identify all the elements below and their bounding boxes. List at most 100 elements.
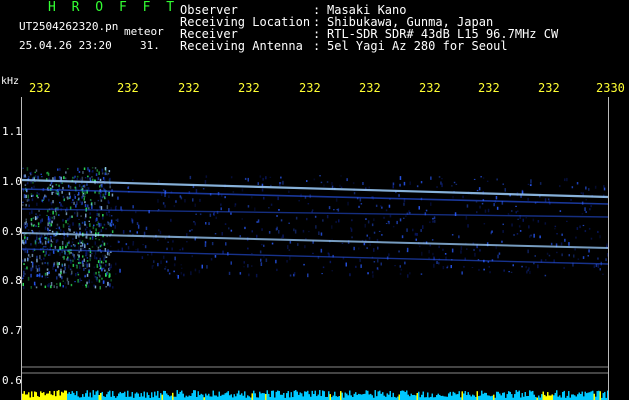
baseline-bar — [70, 393, 72, 400]
noise-speckle — [487, 208, 490, 213]
noise-speckle — [194, 268, 197, 272]
noise-speckle — [171, 247, 173, 251]
baseline-bar — [355, 392, 357, 400]
noise-speckle — [396, 220, 398, 225]
noise-speckle — [104, 197, 106, 200]
noise-speckle — [167, 241, 169, 243]
noise-speckle — [444, 253, 447, 255]
noise-speckle — [35, 265, 38, 270]
noise-speckle — [276, 268, 278, 272]
noise-speckle — [502, 230, 504, 233]
noise-speckle — [502, 223, 504, 226]
noise-speckle — [602, 273, 604, 275]
baseline-bar — [365, 390, 367, 400]
noise-speckle — [78, 281, 81, 283]
spectrogram-plot — [22, 97, 608, 400]
baseline-bar — [491, 395, 493, 400]
noise-speckle — [85, 261, 88, 264]
noise-speckle — [278, 230, 280, 234]
noise-speckle — [39, 255, 41, 259]
baseline-bar — [461, 391, 463, 400]
noise-speckle — [498, 252, 501, 255]
noise-speckle — [483, 268, 485, 271]
noise-speckle — [27, 258, 30, 260]
baseline-bar — [101, 391, 103, 400]
baseline-bar — [148, 395, 150, 400]
noise-speckle — [53, 285, 55, 288]
noise-speckle — [466, 248, 468, 250]
noise-speckle — [32, 217, 35, 219]
noise-speckle — [584, 230, 587, 233]
noise-speckle — [93, 266, 96, 269]
noise-speckle — [59, 252, 61, 256]
noise-speckle — [56, 276, 58, 280]
noise-speckle — [409, 181, 411, 185]
noise-speckle — [42, 199, 44, 201]
noise-speckle — [399, 272, 402, 275]
noise-speckle — [93, 284, 95, 287]
noise-speckle — [62, 285, 64, 288]
baseline-bar — [479, 395, 481, 400]
noise-speckle — [517, 218, 519, 221]
noise-speckle — [597, 264, 600, 268]
noise-speckle — [214, 255, 217, 258]
noise-speckle — [230, 229, 233, 232]
noise-speckle — [383, 216, 385, 219]
noise-speckle — [561, 253, 563, 257]
noise-speckle — [331, 225, 333, 229]
noise-speckle — [89, 212, 91, 215]
baseline-bar — [107, 391, 109, 400]
noise-speckle — [241, 218, 243, 220]
noise-speckle — [76, 175, 79, 178]
noise-speckle — [220, 203, 222, 206]
noise-speckle — [381, 234, 383, 236]
noise-speckle — [55, 239, 58, 244]
noise-speckle — [107, 281, 109, 286]
noise-speckle — [37, 222, 40, 226]
baseline-bar — [413, 394, 415, 400]
noise-speckle — [175, 200, 177, 203]
baseline-bar — [443, 396, 445, 400]
noise-speckle — [528, 225, 530, 229]
noise-speckle — [94, 251, 97, 255]
baseline-bar — [574, 395, 576, 400]
baseline-bar — [388, 394, 390, 400]
noise-speckle — [530, 234, 532, 237]
baseline-bar — [205, 393, 207, 400]
baseline-bar — [440, 395, 442, 400]
noise-speckle — [467, 224, 469, 228]
noise-speckle — [195, 213, 197, 215]
noise-speckle — [247, 205, 250, 208]
baseline-bar — [595, 396, 597, 400]
noise-speckle — [88, 220, 90, 223]
noise-speckle — [104, 192, 107, 195]
noise-speckle — [438, 245, 440, 249]
noise-speckle — [79, 239, 81, 244]
noise-speckle — [307, 273, 309, 278]
noise-speckle — [44, 237, 46, 239]
noise-speckle — [507, 213, 510, 215]
noise-speckle — [400, 268, 403, 271]
baseline-bar — [442, 395, 444, 400]
noise-speckle — [26, 167, 29, 171]
noise-speckle — [96, 213, 99, 216]
noise-speckle — [97, 199, 100, 202]
noise-speckle — [268, 231, 271, 234]
baseline-bar — [253, 390, 255, 400]
noise-speckle — [82, 185, 85, 188]
noise-speckle — [168, 195, 170, 199]
noise-speckle — [429, 221, 431, 224]
noise-speckle — [45, 251, 47, 255]
noise-speckle — [25, 218, 27, 220]
baseline-bar — [23, 391, 25, 400]
noise-speckle — [232, 191, 235, 193]
noise-speckle — [38, 209, 40, 212]
baseline-bar — [527, 395, 529, 400]
baseline-bar — [328, 391, 330, 400]
noise-speckle — [251, 196, 253, 199]
noise-speckle — [52, 191, 55, 194]
baseline-bar — [568, 391, 570, 400]
noise-speckle — [247, 177, 249, 182]
noise-speckle — [106, 205, 109, 209]
baseline-bar — [556, 390, 558, 400]
